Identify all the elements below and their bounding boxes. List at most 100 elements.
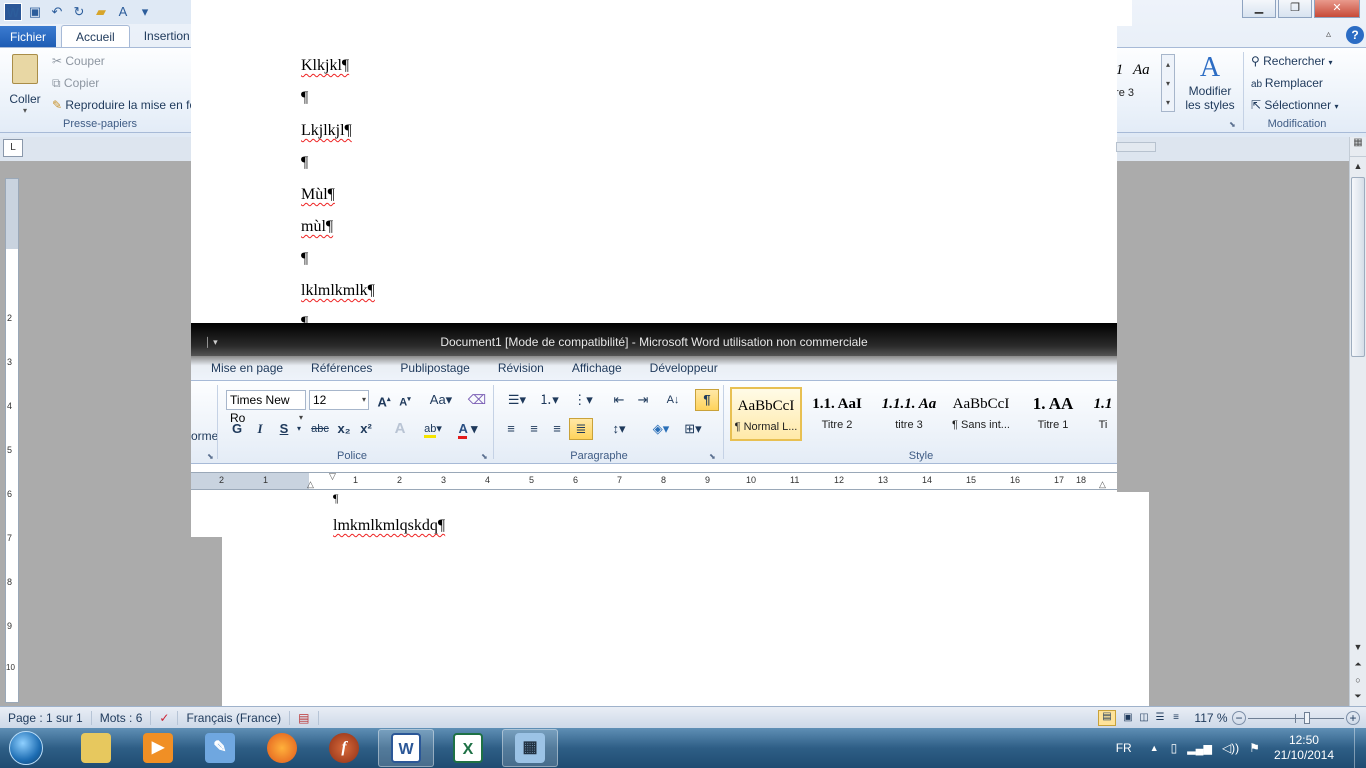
- zoom-slider[interactable]: [1248, 711, 1344, 725]
- clipboard-launcher-icon[interactable]: ⬊: [207, 452, 214, 461]
- left-indent-marker[interactable]: △: [307, 479, 314, 490]
- text-effect-icon[interactable]: A: [114, 3, 132, 21]
- tab-home[interactable]: Accueil: [61, 25, 130, 48]
- language-indicator[interactable]: Français (France): [178, 710, 291, 725]
- view-full-screen-icon[interactable]: ▣: [1120, 712, 1136, 723]
- redo-icon[interactable]: ↻: [70, 3, 88, 21]
- tab-developer[interactable]: Développeur: [636, 361, 732, 375]
- sort-icon[interactable]: A↓: [663, 390, 683, 410]
- tab-review[interactable]: Révision: [484, 361, 558, 375]
- tab-mailings[interactable]: Publipostage: [386, 361, 483, 375]
- underline-button[interactable]: S: [275, 419, 293, 439]
- taskbar-word[interactable]: W: [378, 729, 434, 767]
- font-launcher-icon[interactable]: ⬊: [481, 452, 488, 461]
- view-outline-icon[interactable]: ☰: [1152, 712, 1168, 723]
- shading-icon[interactable]: ◈▾: [647, 419, 675, 439]
- first-line-indent-marker[interactable]: ▽: [329, 471, 336, 482]
- taskbar-control-panel[interactable]: ▦: [502, 729, 558, 767]
- grow-font-icon[interactable]: A▴: [375, 390, 393, 412]
- prev-page-icon[interactable]: ⏶: [1350, 659, 1366, 670]
- highlight-icon[interactable]: ab▾: [419, 419, 447, 439]
- style-titre-2[interactable]: 1.1. AaI Titre 2: [801, 387, 873, 441]
- minimize-ribbon-icon[interactable]: ▵: [1326, 29, 1331, 40]
- align-center-icon[interactable]: ≡: [524, 419, 544, 439]
- page-count[interactable]: Page : 1 sur 1: [0, 710, 92, 725]
- minimize-button[interactable]: ▁: [1242, 0, 1276, 18]
- style-sans-interligne[interactable]: AaBbCcI ¶ Sans int...: [945, 387, 1017, 441]
- open-folder-icon[interactable]: ▰: [92, 3, 110, 21]
- proofing-icon[interactable]: ✓: [151, 710, 179, 725]
- paste-button[interactable]: Coller ▾: [6, 52, 44, 115]
- show-hidden-icons-icon[interactable]: ▲: [1150, 743, 1159, 753]
- style-gallery-scroll[interactable]: ▴ ▾ ▾: [1161, 54, 1175, 112]
- shrink-font-icon[interactable]: A▾: [397, 390, 413, 413]
- tab-selector-icon[interactable]: L: [3, 139, 23, 157]
- customize-qat-icon[interactable]: ▾: [136, 3, 154, 21]
- style-titre-3[interactable]: 1.1.1. Aa titre 3: [873, 387, 945, 441]
- change-styles-button[interactable]: A Modifier les styles: [1180, 52, 1240, 112]
- taskbar-paint[interactable]: ✎: [192, 729, 248, 767]
- zoom-level[interactable]: 117 %: [1190, 711, 1232, 725]
- scroll-down-icon[interactable]: ▼: [1350, 642, 1366, 652]
- text-effects-icon[interactable]: A: [389, 419, 411, 439]
- show-desktop-button[interactable]: [1354, 728, 1366, 768]
- start-button[interactable]: [4, 728, 48, 768]
- vertical-scrollbar[interactable]: ▦ ▲ ▼ ⏶ ○ ⏷: [1349, 137, 1366, 707]
- justify-button[interactable]: ≣: [569, 418, 593, 440]
- align-left-icon[interactable]: ≡: [501, 419, 521, 439]
- scroll-up-icon[interactable]: ▲: [1350, 157, 1366, 175]
- multilevel-list-icon[interactable]: ⋮▾: [569, 390, 597, 410]
- input-language[interactable]: FR: [1116, 741, 1132, 755]
- word-icon[interactable]: W: [4, 3, 22, 21]
- decrease-indent-icon[interactable]: ⇤: [609, 390, 629, 410]
- font-size-combobox[interactable]: 12 ▾: [309, 390, 369, 410]
- clock[interactable]: 12:50 21/10/2014: [1274, 733, 1334, 763]
- view-print-layout-icon[interactable]: ▤: [1098, 709, 1116, 726]
- style-titre-partial[interactable]: 1.1 Ti: [1089, 387, 1117, 441]
- style-normal[interactable]: AaBbCcI ¶ Normal L...: [730, 387, 802, 441]
- next-page-icon[interactable]: ⏷: [1350, 691, 1366, 702]
- replace-button[interactable]: ab Remplacer: [1251, 76, 1323, 90]
- maximize-button[interactable]: ❐: [1278, 0, 1312, 18]
- numbering-icon[interactable]: ⒈▾: [535, 390, 563, 410]
- zoom-out-icon[interactable]: −: [1232, 710, 1246, 725]
- bullets-icon[interactable]: ☰▾: [503, 390, 531, 410]
- borders-icon[interactable]: ⊞▾: [679, 419, 707, 439]
- taskbar-media-player[interactable]: ▶: [130, 729, 186, 767]
- cut-button[interactable]: ✂ Couper: [52, 54, 105, 68]
- battery-icon[interactable]: ▯: [1171, 741, 1178, 755]
- view-draft-icon[interactable]: ≡: [1168, 712, 1184, 723]
- format-painter-button[interactable]: ✎ Reproduire la mise en fo: [52, 98, 192, 112]
- taskbar-flash[interactable]: f: [316, 729, 372, 767]
- select-button[interactable]: ⇱ Sélectionner ▾: [1251, 98, 1338, 112]
- tab-view[interactable]: Affichage: [558, 361, 636, 375]
- macro-record-icon[interactable]: ▤: [290, 710, 319, 725]
- subscript-button[interactable]: x₂: [335, 419, 353, 439]
- show-formatting-marks-button[interactable]: ¶: [695, 389, 719, 411]
- style-titre-1[interactable]: 1. AA Titre 1: [1017, 387, 1089, 441]
- word-count[interactable]: Mots : 6: [92, 710, 152, 725]
- find-button[interactable]: ⚲ Rechercher ▾: [1251, 54, 1333, 68]
- tab-page-layout[interactable]: Mise en page: [191, 361, 297, 375]
- save-icon[interactable]: ▣: [26, 3, 44, 21]
- increase-indent-icon[interactable]: ⇥: [633, 390, 653, 410]
- zoom-slider-thumb[interactable]: [1304, 711, 1310, 724]
- styles-launcher-icon[interactable]: ⬊: [1229, 120, 1236, 129]
- tab-references[interactable]: Références: [297, 361, 386, 375]
- help-icon[interactable]: ?: [1346, 26, 1364, 44]
- action-center-icon[interactable]: ⚑: [1249, 741, 1260, 755]
- underline-dropdown-icon[interactable]: ▾: [295, 419, 303, 439]
- align-right-icon[interactable]: ≡: [547, 419, 567, 439]
- taskbar-firefox[interactable]: [254, 729, 310, 767]
- font-name-combobox[interactable]: Times New Ro ▾: [226, 390, 306, 425]
- strikethrough-button[interactable]: abc: [308, 419, 332, 439]
- italic-button[interactable]: I: [251, 419, 269, 439]
- undo-icon[interactable]: ↶: [48, 3, 66, 21]
- network-signal-icon[interactable]: ▂▄▆: [1187, 742, 1212, 755]
- zoom-in-icon[interactable]: +: [1346, 710, 1360, 725]
- copy-button[interactable]: ⧉ Copier: [52, 76, 99, 91]
- paragraph-launcher-icon[interactable]: ⬊: [709, 452, 716, 461]
- change-case-icon[interactable]: Aa▾: [427, 390, 455, 410]
- clear-formatting-icon[interactable]: ⌫: [467, 390, 487, 410]
- browse-object-icon[interactable]: ○: [1350, 675, 1366, 685]
